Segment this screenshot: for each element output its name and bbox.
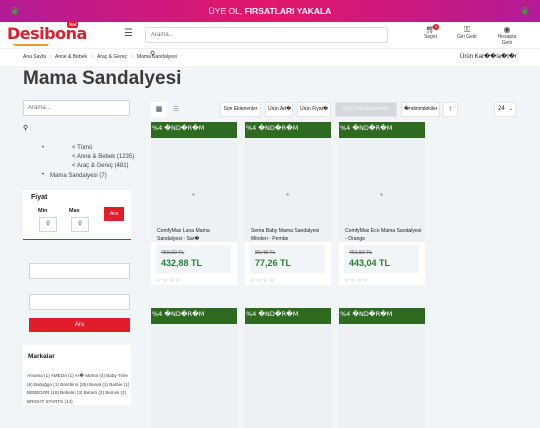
product-image[interactable] [151, 138, 237, 242]
sort-price-button[interactable]: Ürün Fiyat� [297, 102, 331, 117]
search-icon[interactable]: ⚲ [23, 124, 28, 132]
cart-badge: 0 [433, 24, 439, 30]
discount-badge: %4 �ND�R�M [151, 308, 237, 324]
min-label: Min [38, 208, 48, 214]
breadcrumb-separator: / [92, 54, 94, 60]
product-card[interactable]: %4 �ND�R�M [151, 308, 237, 428]
category-all[interactable]: < Tümü [72, 144, 92, 152]
login-label: Giri Getir [457, 34, 477, 40]
user-icon: ◉ [503, 25, 511, 34]
breadcrumb-item[interactable]: Ana Sayfa [23, 54, 46, 60]
list-view-icon[interactable]: ☰ [168, 102, 184, 117]
site-header: Desibona Next ☰ 🛒︎ 0 Sepet ⚿ Giri Getir … [0, 21, 540, 48]
list-bullet: • [42, 145, 45, 151]
list-bullet: • [42, 172, 45, 178]
category-anne-bebek[interactable]: < Anne & Bebek (1235) [72, 153, 134, 161]
filter-search-button[interactable]: Ara [29, 318, 130, 332]
discount-badge: %4 �ND�R�M [339, 122, 425, 138]
discount-badge: %4 �ND�R�M [339, 308, 425, 324]
arrow-up-icon[interactable]: ↑ [443, 102, 458, 117]
max-price-input[interactable]: 0 [71, 217, 89, 232]
lock-icon: ⚿ [463, 25, 471, 34]
current-price: 443,04 TL [349, 258, 391, 268]
breadcrumb-item: Mama Sandalyesi [137, 54, 177, 60]
product-card[interactable]: %4 �ND�R�M Sema Baby Mama Sandalyesi Min… [245, 122, 331, 285]
page-title: Mama Sandalyesi [23, 68, 182, 89]
leaf-decoration-icon: ❦ [519, 4, 531, 18]
banner-bold: FIRSATLARI YAKALA [244, 6, 332, 16]
price-box: 461,50 TL 443,04 TL [344, 245, 419, 273]
rating-stars: ☆☆☆☆ [344, 278, 370, 284]
logo-swoosh [13, 43, 49, 46]
old-price: 461,50 TL [349, 250, 373, 256]
logo-tag: Next [67, 21, 79, 28]
discount-badge: %4 �ND�R�M [245, 308, 331, 324]
category-arac-gerec[interactable]: < Araç & Gereç (481) [72, 162, 129, 170]
profile-label: Hesapta Getir [497, 34, 517, 46]
grid-view-icon[interactable]: ▦ [151, 102, 167, 117]
discount-badge: %4 �ND�R�M [245, 122, 331, 138]
product-image[interactable] [245, 324, 331, 428]
image-placeholder-icon [286, 193, 289, 196]
search-icon[interactable]: ⚲ [150, 50, 155, 58]
breadcrumb-separator: / [132, 54, 134, 60]
chevron-down-icon: ⌄ [508, 106, 513, 112]
banner-prefix: ÜYE OL, [208, 6, 243, 16]
min-price-input[interactable]: 0 [39, 217, 57, 232]
breadcrumb-separator: / [50, 54, 52, 60]
price-filter: Fiyat Min Max 0 0 Ara [23, 190, 131, 240]
old-price: 450,92 TL [161, 250, 185, 256]
filter-input[interactable] [29, 294, 130, 310]
sort-name-button[interactable]: Ürün Ad� [265, 102, 293, 117]
product-card[interactable]: %4 �ND�R�M ComfyMax Luna Mama Sandalyesi… [151, 122, 237, 285]
brands-title: Markalar [28, 353, 55, 360]
cart-label: Sepet [424, 34, 438, 40]
image-placeholder-icon [192, 193, 195, 196]
product-name[interactable]: ComfyMax Eco Mama Sandalyesi - Orange [345, 228, 423, 243]
old-price: 80,48 TL [255, 250, 276, 256]
category-current[interactable]: Mama Sandalyesi (7) [50, 172, 107, 180]
rating-stars: ☆☆☆☆ [250, 278, 276, 284]
price-search-button[interactable]: Ara [104, 207, 124, 221]
product-name[interactable]: Sema Baby Mama Sandalyesi Minderi - Pemb… [251, 228, 329, 243]
compare-link[interactable]: Ürün Kar��la�t�r [460, 53, 517, 60]
discount-badge: %4 �ND�R�M [151, 122, 237, 138]
breadcrumb-item[interactable]: Araç & Gereç [97, 54, 127, 60]
price-filter-title: Fiyat [31, 194, 48, 201]
product-name[interactable]: ComfyMax Luna Mama Sandalyesi - Sar� [157, 228, 235, 243]
max-label: Max [69, 208, 80, 214]
cart-button[interactable]: 🛒︎ 0 Sepet [424, 24, 439, 40]
product-image[interactable] [151, 324, 237, 428]
leaf-decoration-icon: ❦ [9, 4, 21, 18]
price-box: 80,48 TL 77,26 TL [250, 245, 325, 273]
current-price: 77,26 TL [255, 258, 292, 268]
profile-button[interactable]: ◉ Hesapta Getir [492, 25, 522, 46]
product-card[interactable]: %4 �ND�R�M ComfyMax Eco Mama Sandalyesi … [339, 122, 425, 285]
filter-input[interactable] [29, 263, 130, 279]
per-page-select[interactable]: 24 ⌄ [494, 102, 516, 117]
filter-search-input[interactable] [23, 100, 130, 116]
logo[interactable]: Desibona Next [7, 21, 87, 46]
product-image[interactable] [245, 138, 331, 242]
price-box: 450,92 TL 432,88 TL [156, 245, 231, 273]
menu-icon[interactable]: ☰ [124, 28, 133, 39]
brands-list[interactable]: Amoma (1) AMEDA (1) Ar� Mama (4) Baby Ti… [27, 372, 131, 406]
sort-most-viewed-button[interactable]: Çok Görüntülenenler [335, 102, 397, 117]
rating-stars: ☆☆☆☆ [156, 278, 182, 284]
promo-banner[interactable]: ❦ ÜYE OL, FIRSATLARI YAKALA ❦ [0, 0, 540, 22]
sort-newest-button[interactable]: Son Eklenenler [220, 102, 261, 117]
brands-filter: Markalar Amoma (1) AMEDA (1) Ar� Mama (4… [23, 345, 131, 405]
sort-discounted-button[interactable]: �ndirimdekiler [401, 102, 440, 117]
product-card[interactable]: %4 �ND�R�M [245, 308, 331, 428]
current-price: 432,88 TL [161, 258, 203, 268]
product-image[interactable] [339, 324, 425, 428]
header-search-input[interactable] [145, 27, 388, 43]
product-card[interactable]: %4 �ND�R�M [339, 308, 425, 428]
product-image[interactable] [339, 138, 425, 242]
login-button[interactable]: ⚿ Giri Getir [457, 25, 477, 40]
image-placeholder-icon [380, 193, 383, 196]
breadcrumb-item[interactable]: Anne & Bebek [55, 54, 87, 60]
